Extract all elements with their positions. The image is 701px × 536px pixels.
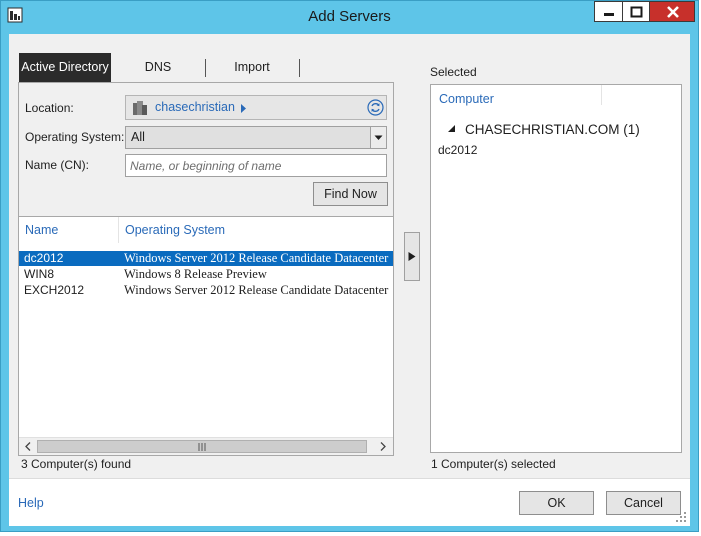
location-label: Location: <box>25 101 74 115</box>
scroll-thumb[interactable] <box>37 440 367 453</box>
tab-divider <box>299 59 300 77</box>
find-now-button[interactable]: Find Now <box>313 182 388 206</box>
maximize-icon <box>630 6 643 18</box>
os-select[interactable]: All <box>125 126 387 149</box>
result-row[interactable]: WIN8 Windows 8 Release Preview <box>19 267 393 282</box>
tab-dns[interactable]: DNS <box>111 53 205 82</box>
help-link[interactable]: Help <box>18 496 44 510</box>
minimize-icon <box>604 13 614 16</box>
close-button[interactable] <box>649 1 695 22</box>
column-header-os[interactable]: Operating System <box>125 223 225 237</box>
results-list: Name Operating System dc2012 Windows Ser… <box>19 217 393 437</box>
name-label: Name (CN): <box>25 158 90 172</box>
os-label: Operating System: <box>25 130 125 144</box>
result-row[interactable]: dc2012 Windows Server 2012 Release Candi… <box>19 251 393 266</box>
add-to-selected-button[interactable] <box>404 232 420 281</box>
ok-button[interactable]: OK <box>519 491 594 515</box>
domain-icon <box>133 101 147 115</box>
result-row[interactable]: EXCH2012 Windows Server 2012 Release Can… <box>19 283 393 298</box>
scroll-right-button[interactable] <box>375 439 391 454</box>
maximize-button[interactable] <box>622 1 649 22</box>
result-os: Windows Server 2012 Release Candidate Da… <box>124 251 389 265</box>
horizontal-scrollbar[interactable] <box>19 437 393 455</box>
result-name: dc2012 <box>24 251 64 265</box>
selected-list: Computer CHASECHRISTIAN.COM (1) dc2012 <box>430 84 682 453</box>
minimize-button[interactable] <box>594 1 622 22</box>
selected-count: 1 Computer(s) selected <box>431 457 556 471</box>
location-value: chasechristian <box>155 100 235 114</box>
selected-item[interactable]: dc2012 <box>438 143 477 157</box>
results-count: 3 Computer(s) found <box>21 457 132 471</box>
grip-icon <box>198 443 206 451</box>
resize-grip-icon[interactable] <box>676 512 686 522</box>
column-divider[interactable] <box>118 217 119 243</box>
collapse-triangle-icon[interactable] <box>448 125 456 133</box>
add-servers-window: Add Servers Active Directory DNS Import … <box>0 0 699 532</box>
tab-strip: Active Directory DNS Import <box>19 53 319 82</box>
result-name: WIN8 <box>24 267 54 281</box>
selected-label: Selected <box>430 65 477 79</box>
os-select-value: All <box>131 130 145 144</box>
tab-active-directory[interactable]: Active Directory <box>19 53 111 82</box>
result-os: Windows 8 Release Preview <box>124 267 267 281</box>
dialog-footer: Help OK Cancel <box>9 478 690 526</box>
result-os: Windows Server 2012 Release Candidate Da… <box>124 283 389 297</box>
cancel-button[interactable]: Cancel <box>606 491 681 515</box>
chevron-left-icon <box>25 442 31 451</box>
title-bar[interactable]: Add Servers <box>1 1 698 33</box>
chevron-down-icon <box>374 135 383 140</box>
column-header-name[interactable]: Name <box>25 223 58 237</box>
search-panel: Location: chasechristian Operating Syste… <box>18 82 394 456</box>
tab-import[interactable]: Import <box>205 53 299 82</box>
name-input[interactable] <box>125 154 387 177</box>
chevron-right-icon[interactable] <box>241 104 247 113</box>
dropdown-button[interactable] <box>370 127 386 148</box>
column-header-computer[interactable]: Computer <box>439 92 494 106</box>
scroll-left-button[interactable] <box>20 439 36 454</box>
domain-group-header[interactable]: CHASECHRISTIAN.COM (1) <box>465 122 640 137</box>
arrow-right-icon <box>408 252 416 261</box>
refresh-icon[interactable] <box>367 99 384 116</box>
column-divider[interactable] <box>601 85 602 105</box>
location-picker[interactable]: chasechristian <box>125 95 387 120</box>
chevron-right-icon <box>380 442 386 451</box>
result-name: EXCH2012 <box>24 283 85 297</box>
search-criteria: Location: chasechristian Operating Syste… <box>19 83 393 217</box>
dialog-client: Active Directory DNS Import Location: ch… <box>9 34 690 526</box>
close-icon <box>667 6 679 18</box>
